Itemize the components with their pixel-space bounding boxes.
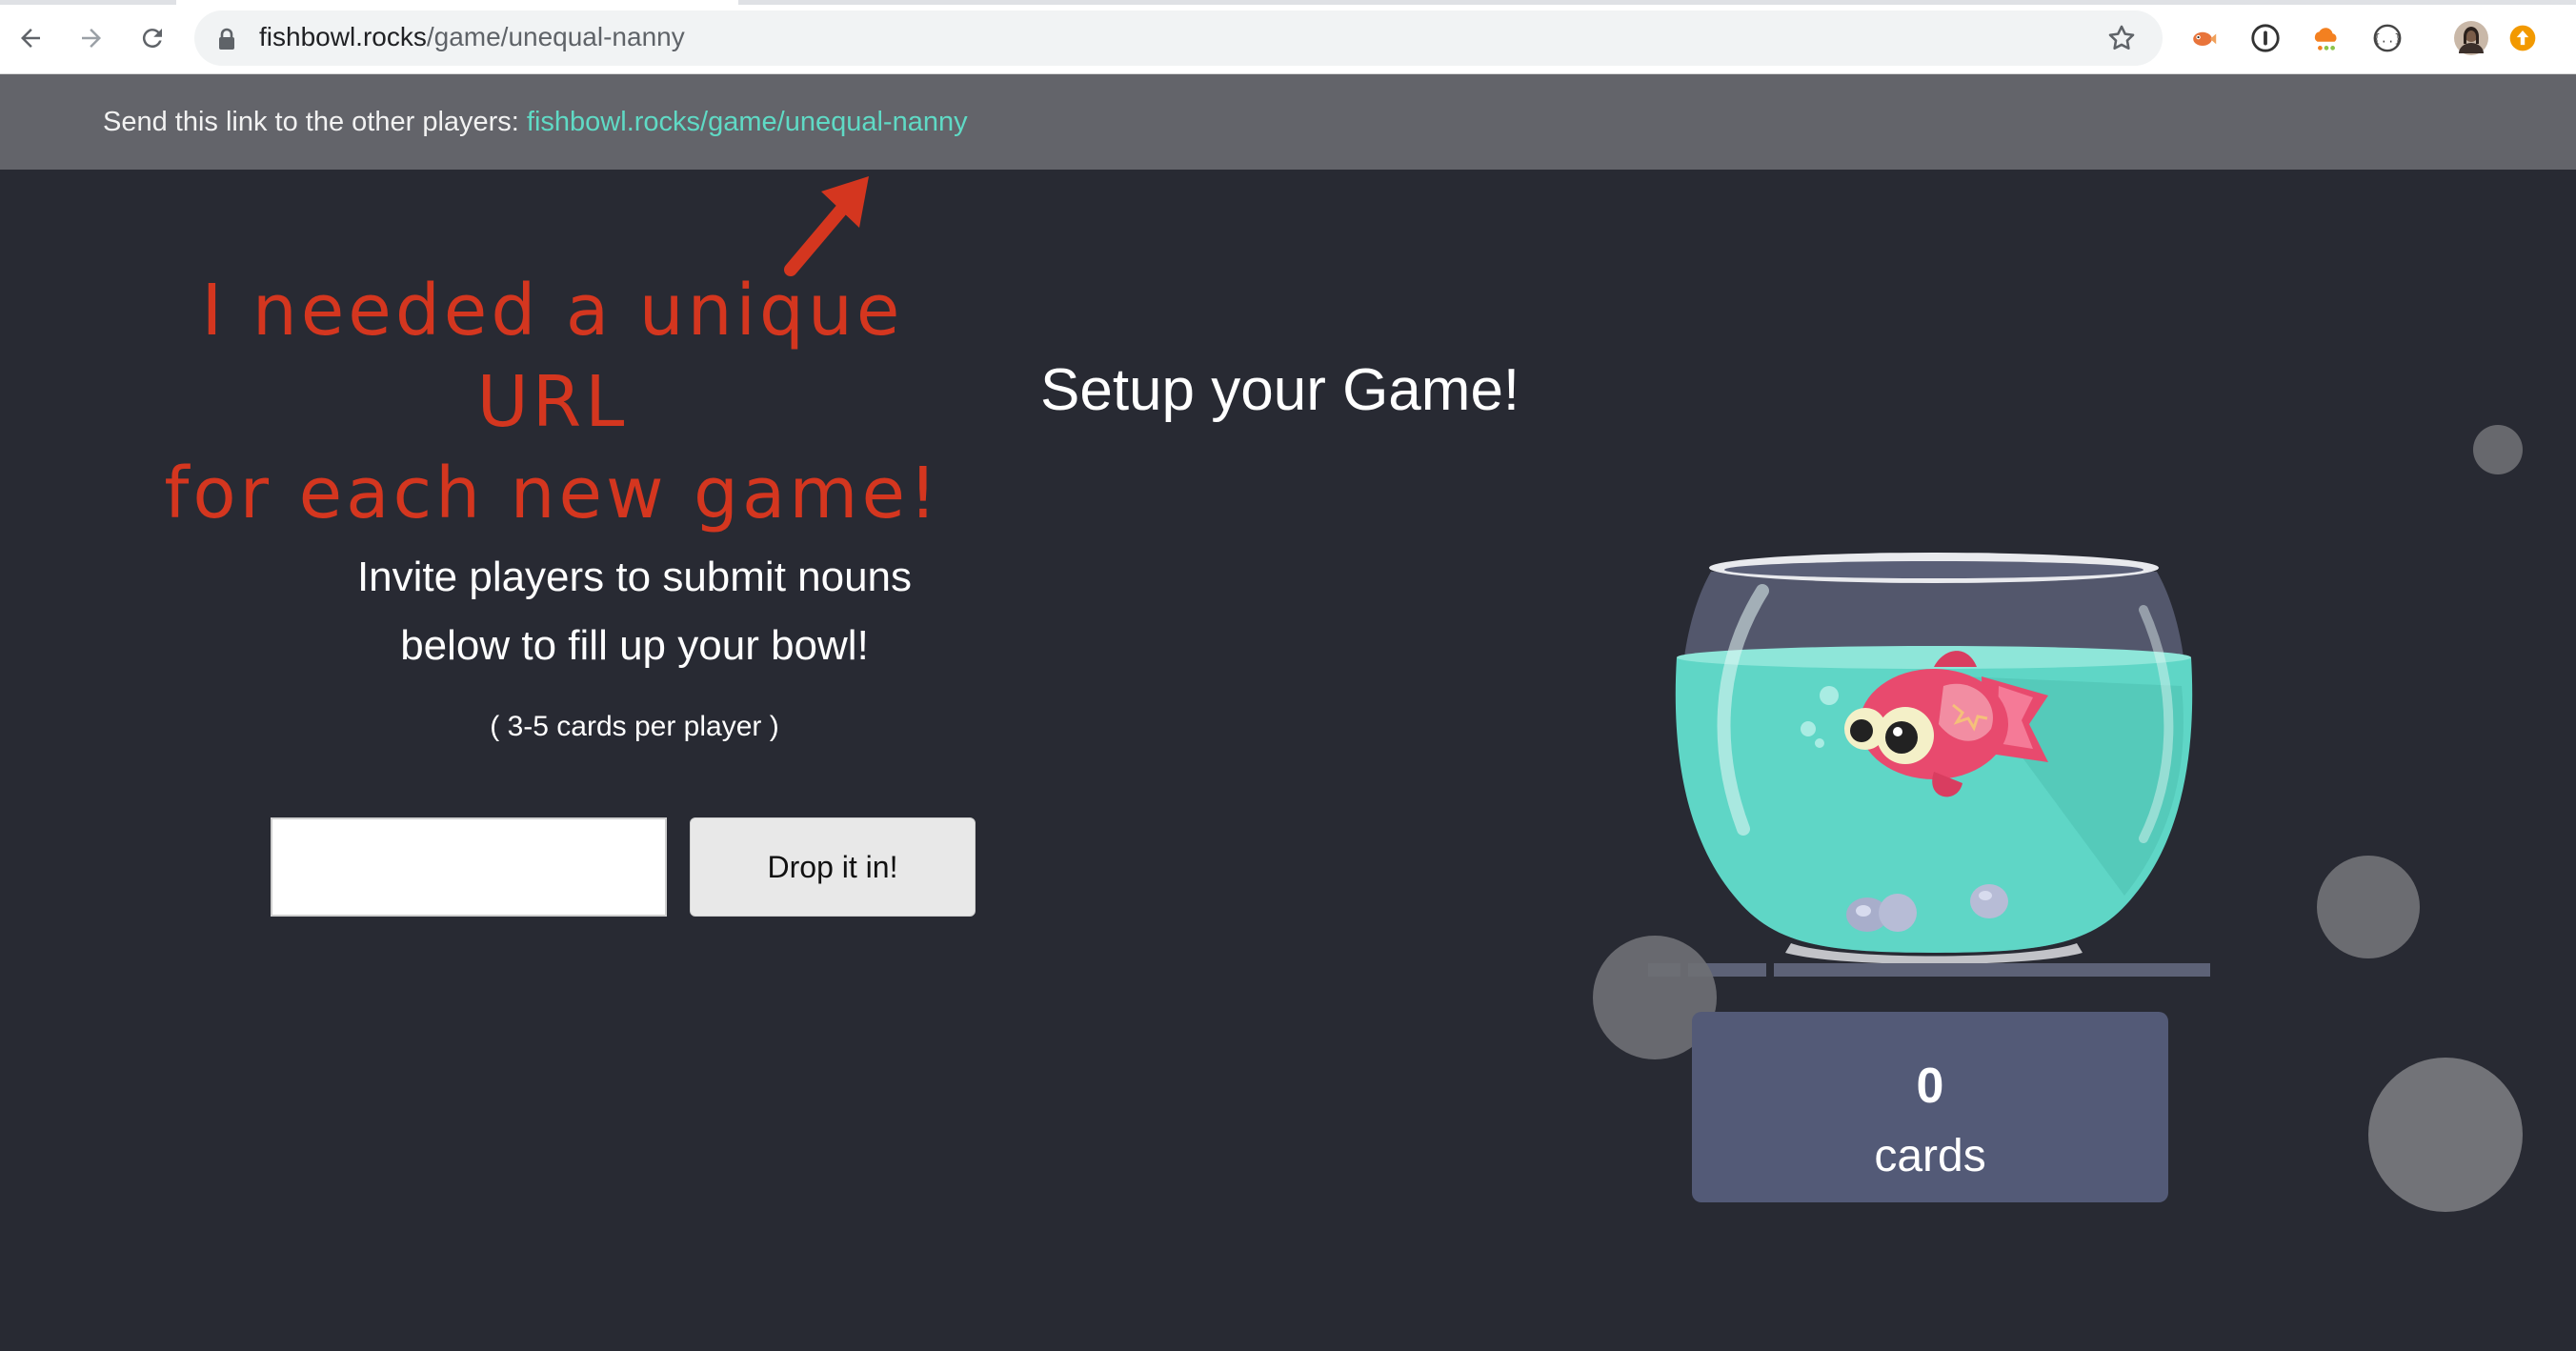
bubble: [2317, 856, 2420, 958]
url-host: fishbowl.rocks: [259, 22, 427, 51]
back-arrow-icon[interactable]: [11, 19, 50, 57]
profile-avatar[interactable]: [2454, 21, 2488, 55]
code-extension-icon[interactable]: {..}: [2370, 21, 2405, 55]
update-icon[interactable]: [2506, 21, 2540, 55]
annotation-line-2: for each new game!: [164, 453, 941, 534]
share-label: Send this link to the other players:: [103, 107, 527, 137]
forward-arrow-icon[interactable]: [72, 19, 111, 57]
card-counter: 0 cards: [1692, 1012, 2168, 1202]
fish-extension-icon[interactable]: [2185, 21, 2220, 55]
share-text: Send this link to the other players: fis…: [103, 107, 968, 138]
invite-line-1: Invite players to submit nouns: [356, 554, 913, 600]
address-bar[interactable]: fishbowl.rocks/game/unequal-nanny: [194, 10, 2163, 66]
card-count: 0: [1916, 1059, 1944, 1114]
cloud-extension-icon[interactable]: [2309, 21, 2344, 55]
browser-toolbar: fishbowl.rocks/game/unequal-nanny {..}: [0, 0, 2576, 74]
card-count-label: cards: [1874, 1131, 1986, 1181]
url-path: /game/unequal-nanny: [426, 22, 685, 51]
info-extension-icon[interactable]: [2248, 21, 2283, 55]
cards-hint: ( 3-5 cards per player ): [490, 711, 779, 742]
invite-instructions: Invite players to submit nouns below to …: [225, 543, 1044, 680]
reload-icon[interactable]: [133, 19, 171, 57]
star-icon[interactable]: [2105, 22, 2138, 54]
annotation-line-1: I needed a unique URL: [201, 270, 904, 443]
drop-it-in-button[interactable]: Drop it in!: [690, 817, 976, 917]
lock-icon[interactable]: [217, 28, 236, 50]
share-banner: Send this link to the other players: fis…: [0, 74, 2576, 170]
active-tab[interactable]: [176, 0, 738, 5]
tab-strip: [0, 0, 2576, 5]
bubble: [2473, 425, 2523, 474]
shelf-segment: [1774, 963, 2210, 977]
invite-line-2: below to fill up your bowl!: [400, 622, 869, 669]
svg-text:{..}: {..}: [2373, 32, 2402, 46]
page-title: Setup your Game!: [1040, 357, 1520, 423]
annotation-text: I needed a unique URL for each new game!: [114, 265, 991, 539]
url-text[interactable]: fishbowl.rocks/game/unequal-nanny: [259, 22, 685, 52]
annotation-arrow: [784, 176, 869, 276]
noun-input[interactable]: [271, 817, 667, 917]
fishbowl-illustration: [1675, 553, 2193, 964]
share-link[interactable]: fishbowl.rocks/game/unequal-nanny: [527, 107, 968, 137]
bubble: [2368, 1058, 2523, 1212]
